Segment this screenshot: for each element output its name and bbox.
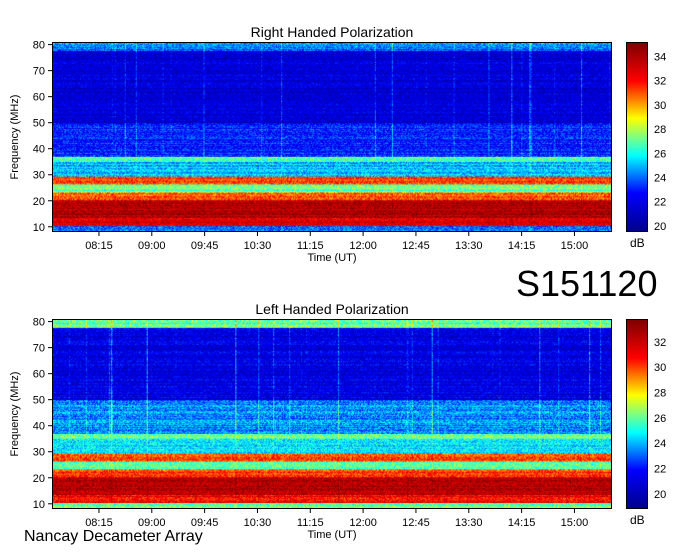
colorbar-left <box>626 319 648 509</box>
colorbar-tick-label: 24 <box>654 438 666 450</box>
x-tick-label: 12:00 <box>349 517 377 529</box>
x-tick-label: 11:15 <box>297 517 324 529</box>
colorbar-left-canvas <box>627 320 647 508</box>
y-tick-label: 30 <box>33 447 45 459</box>
colorbar-tick-label: 32 <box>654 337 666 349</box>
x-tick-label: 14:15 <box>508 517 536 529</box>
colorbar-tick-label: 20 <box>654 489 666 501</box>
y-tick-label: 10 <box>33 499 45 511</box>
axes-left: 102030405060708008:15 09:00 09:45 10:30 11:1… <box>9 317 666 541</box>
x-tick-label: 10:30 <box>244 517 272 529</box>
y-axis-label: Frequency (MHz) <box>9 372 21 457</box>
x-tick-label: 12:45 <box>402 517 430 529</box>
instrument-label: Nancay Decameter Array <box>24 528 203 545</box>
colorbar-tick-label: 30 <box>654 362 666 374</box>
y-tick-label: 20 <box>33 473 45 485</box>
x-axis-label: Time (UT) <box>307 529 356 541</box>
x-tick-label: 15:00 <box>561 517 589 529</box>
y-tick-label: 80 <box>33 317 45 329</box>
y-tick-label: 70 <box>33 343 45 355</box>
x-tick-label: 13:30 <box>455 517 483 529</box>
y-tick-label: 40 <box>33 421 45 433</box>
y-tick-label: 60 <box>33 369 45 381</box>
colorbar-left-unit: dB <box>630 513 645 527</box>
colorbar-tick-label: 26 <box>654 413 666 425</box>
colorbar-tick-label: 22 <box>654 463 666 475</box>
colorbar-tick-label: 28 <box>654 387 666 399</box>
y-tick-label: 50 <box>33 395 45 407</box>
